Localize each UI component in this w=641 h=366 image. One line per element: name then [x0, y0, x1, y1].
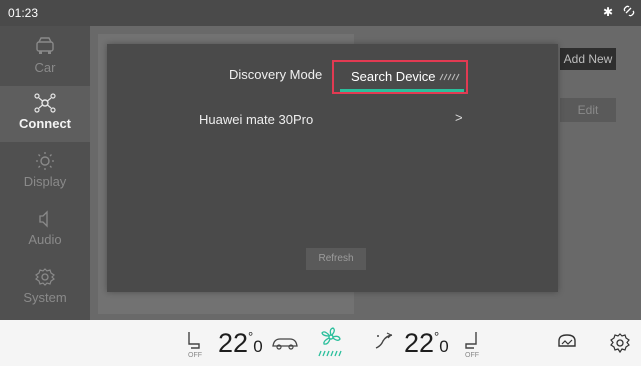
- sidebar-item-display[interactable]: Display: [0, 144, 90, 200]
- seat-right-off-label: OFF: [465, 352, 479, 359]
- link-icon: [623, 5, 635, 20]
- tab-search-label: Search Device: [351, 69, 436, 84]
- settings-icon[interactable]: [609, 332, 631, 354]
- status-time: 01:23: [8, 6, 39, 20]
- tab-search-device[interactable]: Search Device: [332, 60, 468, 94]
- left-temp-degree: °: [248, 329, 254, 344]
- airflow-icon[interactable]: [373, 330, 395, 352]
- sidebar-item-audio[interactable]: Audio: [0, 202, 90, 258]
- edit-button[interactable]: Edit: [560, 98, 616, 122]
- sidebar-item-system[interactable]: System: [0, 260, 90, 316]
- seat-heat-left-icon[interactable]: [185, 330, 203, 352]
- sidebar-item-car[interactable]: Car: [0, 30, 90, 86]
- gear-icon: [35, 268, 55, 286]
- right-temp-value: 22: [404, 328, 435, 358]
- status-bar: 01:23 ✱: [0, 0, 641, 26]
- steering-assist-icon[interactable]: [556, 332, 578, 352]
- speaker-icon: [39, 210, 48, 228]
- right-temperature[interactable]: 22°0: [404, 328, 449, 359]
- sidebar-item-label: System: [23, 290, 67, 305]
- sidebar-item-label: Car: [34, 60, 56, 75]
- left-temp-decimal: 0: [253, 337, 263, 356]
- device-list-item[interactable]: Huawei mate 30Pro >: [107, 104, 558, 134]
- car-icon: [36, 37, 54, 54]
- sidebar-item-label: Display: [23, 174, 67, 189]
- add-new-button[interactable]: Add New: [560, 48, 616, 70]
- fan-level-icon: [318, 350, 342, 357]
- seat-heat-right-icon[interactable]: [462, 330, 480, 352]
- device-name: Huawei mate 30Pro: [199, 112, 314, 127]
- left-temp-value: 22: [218, 328, 249, 358]
- climate-bar: OFF 22°0 22°0 OFF: [0, 320, 641, 366]
- right-temp-decimal: 0: [439, 337, 449, 356]
- recirculation-icon[interactable]: [270, 336, 300, 350]
- chevron-right-icon: >: [455, 110, 463, 125]
- fan-icon[interactable]: [319, 326, 343, 348]
- sidebar: Car Connect Display Audio System: [0, 26, 90, 320]
- connect-icon: [34, 93, 56, 113]
- refresh-button[interactable]: Refresh: [306, 248, 366, 270]
- bluetooth-icon: ✱: [602, 5, 613, 19]
- sidebar-item-label: Audio: [28, 232, 62, 247]
- tab-active-indicator: [340, 89, 464, 92]
- bluetooth-dialog: Discovery Mode Search Device Huawei mate…: [107, 44, 558, 292]
- sidebar-item-label: Connect: [19, 116, 71, 131]
- right-temp-degree: °: [434, 329, 440, 344]
- left-temperature[interactable]: 22°0: [218, 328, 263, 359]
- brightness-icon: [36, 152, 54, 170]
- seat-left-off-label: OFF: [188, 352, 202, 359]
- loading-icon: [439, 73, 460, 81]
- tab-discovery-mode[interactable]: Discovery Mode: [229, 67, 322, 82]
- sidebar-item-connect[interactable]: Connect: [0, 86, 90, 142]
